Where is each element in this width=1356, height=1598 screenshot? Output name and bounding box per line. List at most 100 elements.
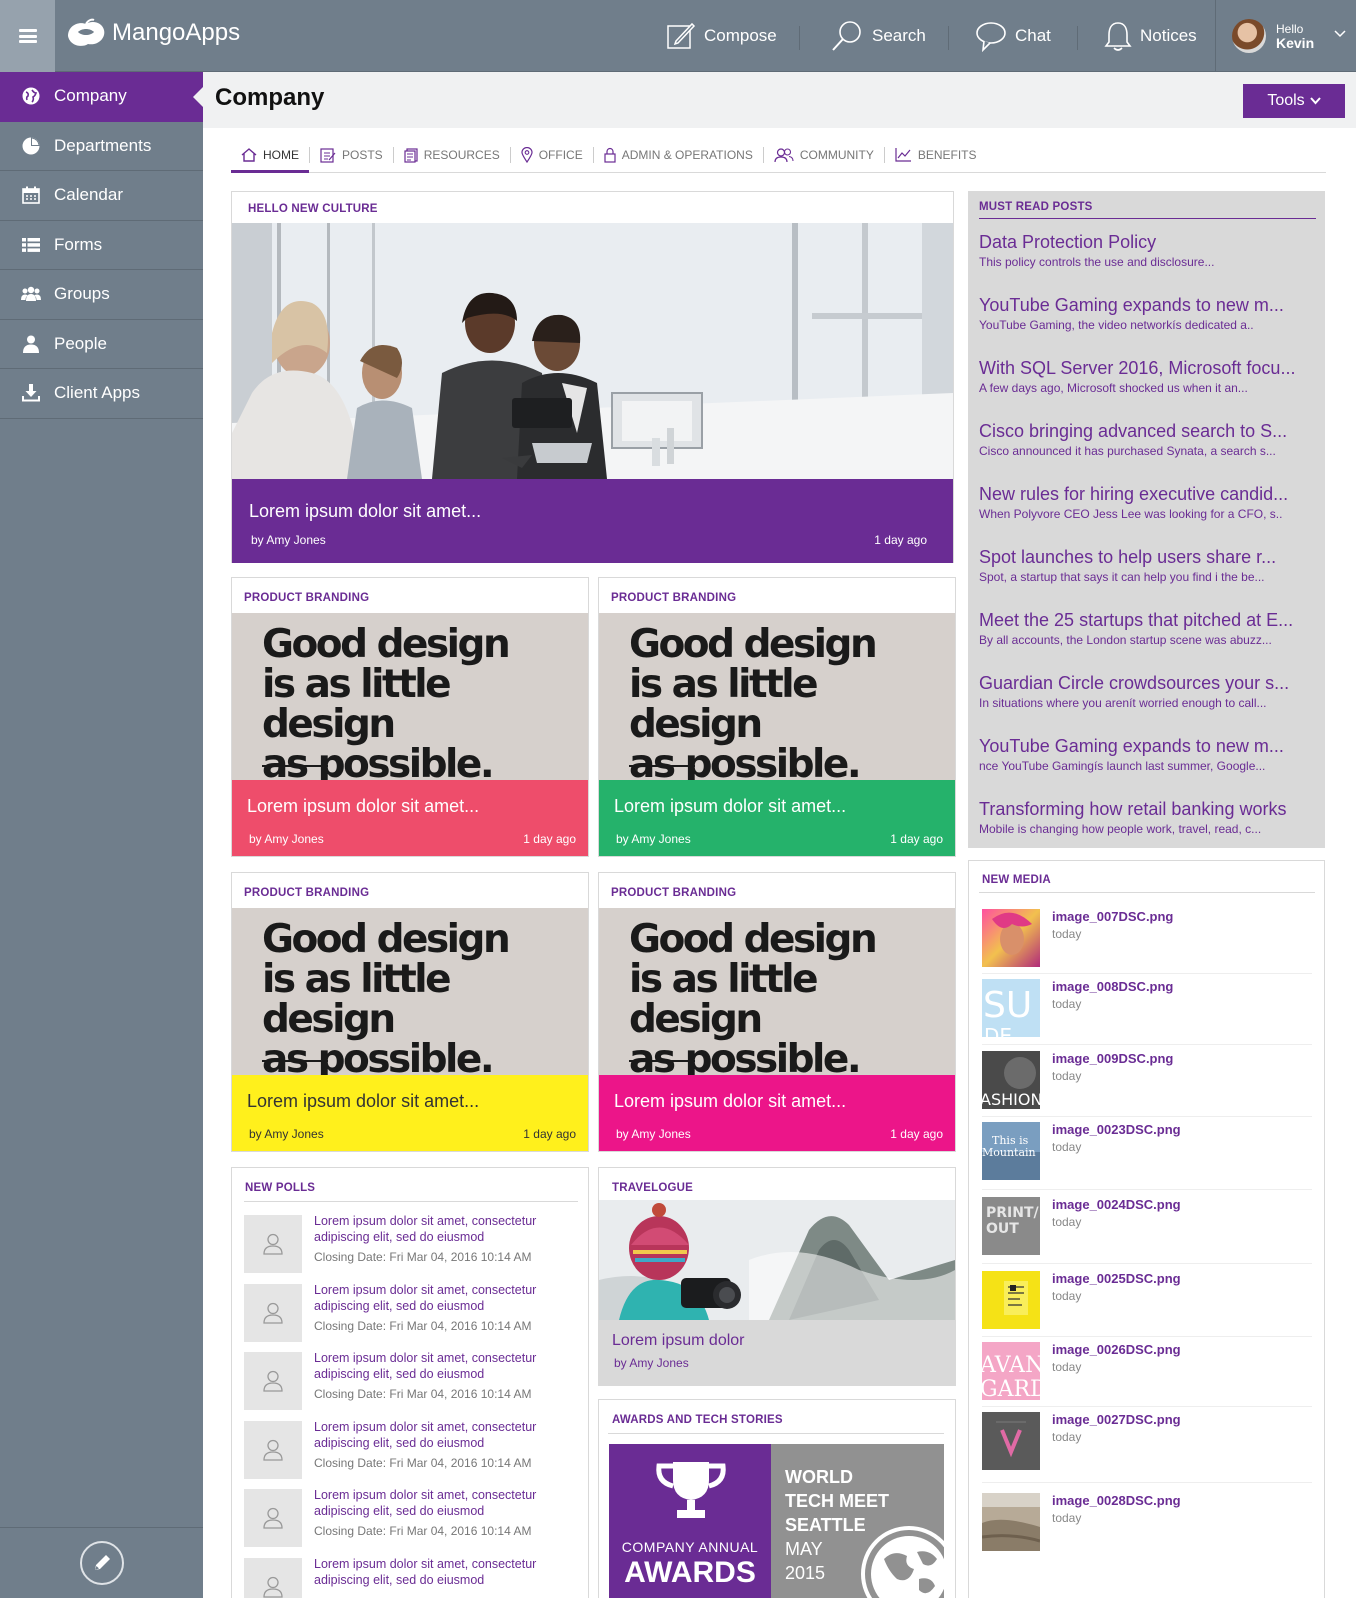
search-button[interactable]: Search — [830, 0, 926, 72]
card-time: 1 day ago — [523, 1127, 576, 1141]
notices-button[interactable]: Notices — [1104, 0, 1197, 72]
quote-line: Good design — [629, 917, 878, 962]
post-title[interactable]: With SQL Server 2016, Microsoft focu... — [979, 358, 1309, 379]
svg-text:PRINT/: PRINT/ — [986, 1205, 1040, 1221]
branding-card[interactable]: PRODUCT BRANDING Good design is as little … — [231, 872, 589, 1152]
post-excerpt: By all accounts, the London startup scen… — [979, 633, 1272, 647]
must-read-item[interactable]: Meet the 25 startups that pitched at E..… — [979, 610, 1309, 647]
media-filename[interactable]: image_0023DSC.png — [1052, 1122, 1181, 1137]
post-title[interactable]: Cisco bringing advanced search to S... — [979, 421, 1309, 442]
post-title[interactable]: Meet the 25 startups that pitched at E..… — [979, 610, 1309, 631]
meeting-photo — [232, 223, 953, 479]
must-read-item[interactable]: YouTube Gaming expands to new m... nce Yo… — [979, 736, 1309, 773]
media-thumbnail[interactable] — [982, 1412, 1040, 1470]
sidebar-item-label: Calendar — [54, 185, 123, 205]
must-read-item[interactable]: YouTube Gaming expands to new m... YouTub… — [979, 295, 1309, 332]
design-quote: Good design is as little design as possibl… — [262, 920, 588, 1076]
tab-home[interactable]: HOME — [231, 138, 309, 173]
menu-button[interactable] — [0, 0, 55, 72]
must-read-item[interactable]: With SQL Server 2016, Microsoft focu... A… — [979, 358, 1309, 395]
media-filename[interactable]: image_0028DSC.png — [1052, 1493, 1181, 1508]
post-title[interactable]: Data Protection Policy — [979, 232, 1309, 253]
post-title[interactable]: Guardian Circle crowdsources your s... — [979, 673, 1309, 694]
app-logo[interactable]: MangoApps — [64, 18, 240, 48]
tab-posts[interactable]: POSTS — [310, 138, 393, 173]
poll-item[interactable]: Lorem ipsum dolor sit amet, consectetur … — [244, 1282, 574, 1342]
tab-office[interactable]: OFFICE — [511, 138, 593, 173]
media-thumbnail[interactable]: ASHION — [982, 1051, 1040, 1109]
media-thumbnail[interactable]: PRINT/OUT — [982, 1197, 1040, 1255]
poll-item[interactable]: Lorem ipsum dolor sit amet, consectetur … — [244, 1419, 574, 1479]
quote-line: Good design — [262, 622, 511, 667]
branding-card[interactable]: PRODUCT BRANDING Good design is as little … — [598, 577, 956, 857]
media-date: today — [1052, 927, 1082, 941]
must-read-item[interactable]: Data Protection Policy This policy contro… — [979, 232, 1309, 269]
media-thumbnail[interactable] — [982, 1493, 1040, 1551]
post-title[interactable]: YouTube Gaming expands to new m... — [979, 736, 1309, 757]
sidebar-item-client-apps[interactable]: Client Apps — [0, 369, 203, 419]
poll-question[interactable]: Lorem ipsum dolor sit amet, consectetur … — [314, 1556, 572, 1588]
media-filename[interactable]: image_009DSC.png — [1052, 1051, 1173, 1066]
design-rule — [629, 765, 695, 767]
must-read-item[interactable]: Spot launches to help users share r... Sp… — [979, 547, 1309, 584]
media-thumbnail[interactable]: AVANTGARDE — [982, 1342, 1040, 1400]
media-filename[interactable]: image_008DSC.png — [1052, 979, 1173, 994]
must-read-item[interactable]: Guardian Circle crowdsources your s... In… — [979, 673, 1309, 710]
awards-card[interactable]: AWARDS AND TECH STORIES COMPANY ANNUAL A… — [598, 1399, 956, 1598]
poll-question[interactable]: Lorem ipsum dolor sit amet, consectetur … — [314, 1350, 572, 1382]
card-heading: NEW POLLS — [245, 1182, 316, 1194]
media-date: today — [1052, 1215, 1082, 1229]
media-thumbnail[interactable]: This is Mountain — [982, 1122, 1040, 1180]
poll-question[interactable]: Lorem ipsum dolor sit amet, consectetur … — [314, 1213, 572, 1245]
sidebar-item-departments[interactable]: Departments — [0, 122, 203, 171]
poll-item[interactable]: Lorem ipsum dolor sit amet, consectetur … — [244, 1213, 574, 1273]
must-read-item[interactable]: New rules for hiring executive candid...… — [979, 484, 1309, 521]
design-rule — [262, 765, 328, 767]
tab-resources[interactable]: RESOURCES — [394, 138, 510, 173]
post-title[interactable]: YouTube Gaming expands to new m... — [979, 295, 1309, 316]
svg-text:ASHION: ASHION — [982, 1090, 1040, 1109]
poll-closing-date: Closing Date: Fri Mar 04, 2016 10:14 AM — [314, 1524, 532, 1538]
branding-card[interactable]: PRODUCT BRANDING Good design is as little … — [231, 577, 589, 857]
compose-button[interactable]: Compose — [666, 0, 777, 72]
media-filename[interactable]: image_007DSC.png — [1052, 909, 1173, 924]
sidebar-item-people[interactable]: People — [0, 320, 203, 369]
sidebar-item-groups[interactable]: Groups — [0, 270, 203, 320]
must-read-item[interactable]: Transforming how retail banking works Mob… — [979, 799, 1309, 836]
card-caption: Lorem ipsum dolor sit amet... — [247, 1091, 480, 1111]
media-thumbnail[interactable] — [982, 1271, 1040, 1329]
post-title[interactable]: Transforming how retail banking works — [979, 799, 1309, 820]
post-title[interactable]: Spot launches to help users share r... — [979, 547, 1309, 568]
poll-item[interactable]: Lorem ipsum dolor sit amet, consectetur … — [244, 1487, 574, 1547]
quick-compose-button[interactable] — [79, 1541, 124, 1585]
poll-closing-date: Closing Date: Fri Mar 04, 2016 10:14 AM — [314, 1250, 532, 1264]
tab-admin-operations[interactable]: ADMIN & OPERATIONS — [594, 138, 763, 173]
hero-card[interactable]: HELLO NEW CULTURE Lorem ipsum dolor sit … — [231, 191, 954, 563]
media-filename[interactable]: image_0025DSC.png — [1052, 1271, 1181, 1286]
chat-button[interactable]: Chat — [975, 0, 1051, 72]
sidebar-item-forms[interactable]: Forms — [0, 221, 203, 270]
branding-card[interactable]: PRODUCT BRANDING Good design is as little … — [598, 872, 956, 1152]
sidebar-item-company[interactable]: Company — [0, 72, 203, 122]
poll-item[interactable]: Lorem ipsum dolor sit amet, consectetur … — [244, 1350, 574, 1410]
media-filename[interactable]: image_0024DSC.png — [1052, 1197, 1181, 1212]
media-date: today — [1052, 1289, 1082, 1303]
media-filename[interactable]: image_0027DSC.png — [1052, 1412, 1181, 1427]
sidebar-item-calendar[interactable]: Calendar — [0, 171, 203, 221]
post-title[interactable]: New rules for hiring executive candid... — [979, 484, 1309, 505]
media-thumbnail[interactable]: SU DE — [982, 979, 1040, 1037]
pie-chart-icon — [20, 137, 42, 155]
user-menu[interactable]: Hello Kevin — [1215, 0, 1356, 72]
tab-benefits[interactable]: BENEFITS — [885, 138, 987, 173]
poll-item[interactable]: Lorem ipsum dolor sit amet, consectetur … — [244, 1556, 574, 1598]
poll-question[interactable]: Lorem ipsum dolor sit amet, consectetur … — [314, 1282, 572, 1314]
must-read-item[interactable]: Cisco bringing advanced search to S... Ci… — [979, 421, 1309, 458]
poll-question[interactable]: Lorem ipsum dolor sit amet, consectetur … — [314, 1419, 572, 1451]
poll-question[interactable]: Lorem ipsum dolor sit amet, consectetur … — [314, 1487, 572, 1519]
travelogue-card[interactable]: TRAVELOGUE Lorem ipsum dolor by Amy Jone… — [598, 1167, 956, 1386]
media-thumbnail[interactable] — [982, 909, 1040, 967]
tab-community[interactable]: COMMUNITY — [764, 138, 884, 173]
media-filename[interactable]: image_0026DSC.png — [1052, 1342, 1181, 1357]
quote-line: as possible. — [262, 742, 495, 781]
tools-button[interactable]: Tools — [1243, 84, 1345, 118]
